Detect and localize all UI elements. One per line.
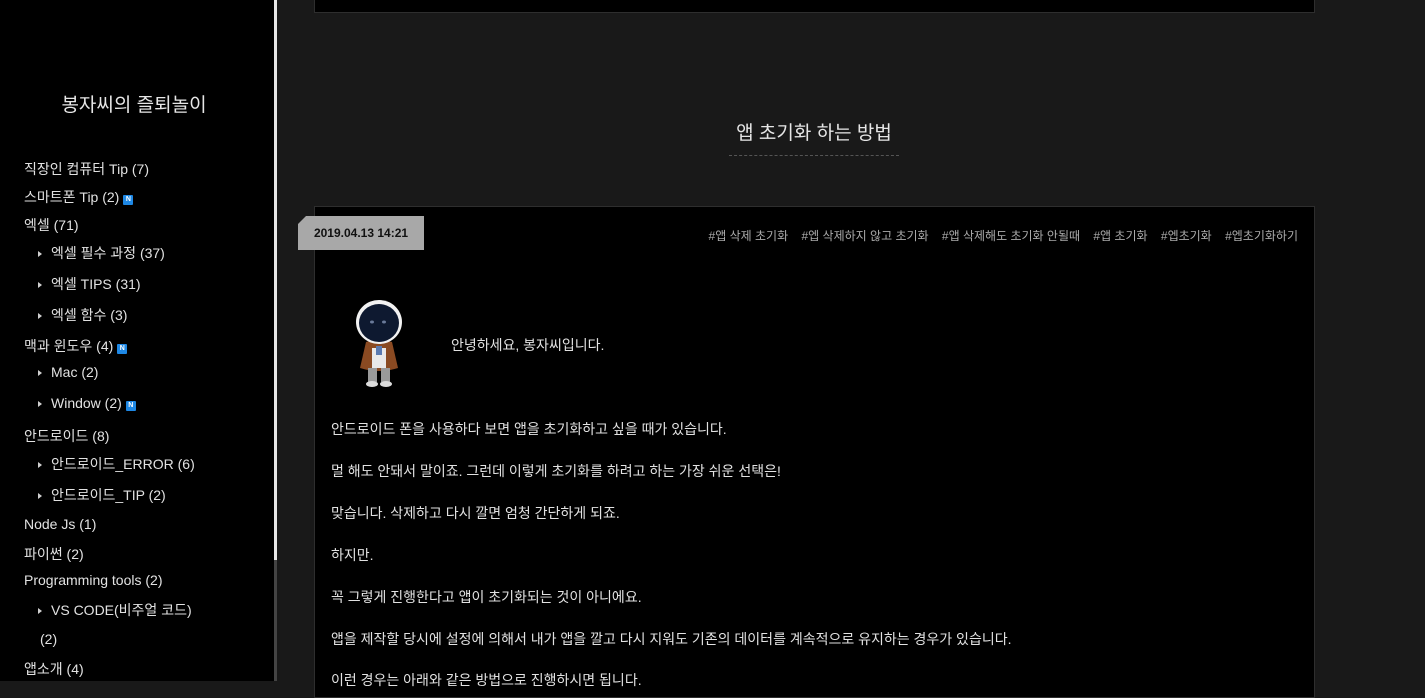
previous-post-box [314,0,1315,13]
date-tag-fold [298,216,306,224]
category-label: 엑셀 함수 (3) [51,307,128,323]
category-label: 안드로이드_ERROR (6) [51,456,195,472]
category-item[interactable]: 맥과 윈도우 (4) N [24,336,128,356]
new-badge: N [117,344,128,354]
post-paragraph: 꼭 그렇게 진행한다고 앱이 초기화되는 것이 아니에요. [331,589,642,605]
caret-right-icon [38,282,42,288]
caret-right-icon [38,493,42,499]
category-item[interactable]: 앱소개 (4) [24,659,84,679]
caret-right-icon [38,370,42,376]
category-label: 앱소개 (4) [24,661,84,677]
sidebar-scrollbar[interactable] [274,0,277,560]
subcategory-count[interactable]: (2) [40,631,57,647]
avatar-shoe-left [366,381,378,387]
subcategory-item[interactable]: VS CODE(비주얼 코드) [38,600,192,620]
tag-link[interactable]: #앱 초기화 [1093,229,1147,243]
category-item[interactable]: Node Js (1) [24,516,96,532]
category-item[interactable]: Programming tools (2) [24,572,163,588]
sidebar: 봉자씨의 즐퇴놀이 직장인 컴퓨터 Tip (7) 스마트폰 Tip (2) N … [0,0,274,681]
avatar-head [359,304,399,342]
category-label: 맥과 윈도우 (4) [24,338,114,354]
category-item[interactable]: 파이썬 (2) [24,544,84,564]
category-label: 엑셀 TIPS (31) [51,276,141,292]
tag-link[interactable]: #앱 삭제 초기화 [709,229,789,243]
post-content [314,206,1315,698]
caret-right-icon [38,462,42,468]
tag-list: #앱 삭제 초기화 #엡 삭제하지 않고 초기화 #앱 삭제해도 초기화 안될때… [699,227,1298,244]
category-label: Node Js (1) [24,516,97,532]
category-item[interactable]: 안드로이드 (8) [24,426,109,446]
category-label: 직장인 컴퓨터 Tip (7) [24,161,149,177]
avatar-leg-left [368,368,377,382]
subcategory-item[interactable]: 안드로이드_ERROR (6) [38,454,195,474]
caret-right-icon [38,313,42,319]
caret-right-icon [38,608,42,614]
tag-link[interactable]: #앱 삭제해도 초기화 안될때 [942,229,1080,243]
category-label: 엑셀 (71) [24,217,79,233]
category-label: Mac (2) [51,364,99,380]
subcategory-item[interactable]: 엑셀 필수 과정 (37) [38,243,165,263]
post-title[interactable]: 앱 초기화 하는 방법 [729,118,899,145]
author-avatar [356,300,402,387]
post-paragraph: 앱을 제작할 당시에 설정에 의해서 내가 앱을 깔고 다시 지워도 기존의 데… [331,631,1012,647]
blog-title[interactable]: 봉자씨의 즐퇴놀이 [0,90,268,117]
subcategory-item[interactable]: 엑셀 함수 (3) [38,305,127,325]
post-paragraph: 안드로이드 폰을 사용하다 보면 앱을 초기화하고 싶을 때가 있습니다. [331,421,727,437]
new-badge: N [123,195,134,205]
tag-link[interactable]: #엡초기화하기 [1225,229,1298,243]
tag-link[interactable]: #엡 삭제하지 않고 초기화 [801,229,928,243]
avatar-cup [376,346,382,355]
new-badge: N [125,401,136,411]
category-label: Programming tools (2) [24,572,163,588]
avatar-shoe-right [380,381,392,387]
category-item[interactable]: 엑셀 (71) [24,215,79,235]
tag-link[interactable]: #엡초기화 [1161,229,1212,243]
caret-right-icon [38,401,42,407]
subcategory-item[interactable]: 엑셀 TIPS (31) [38,274,141,294]
category-label: VS CODE(비주얼 코드) [51,602,192,618]
post-paragraph: 멀 해도 안돼서 말이죠. 그런데 이렇게 초기화를 하려고 하는 가장 쉬운 … [331,463,781,479]
category-item[interactable]: 스마트폰 Tip (2) N [24,187,134,207]
sidebar-scrollbar-track [274,560,277,681]
caret-right-icon [38,251,42,257]
post-paragraph: 맞습니다. 삭제하고 다시 깔면 엄청 간단하게 되죠. [331,505,620,521]
post-date: 2019.04.13 14:21 [298,216,424,250]
category-label: (2) [40,631,58,647]
avatar-eye-left [370,320,374,324]
post-paragraph: 이런 경우는 아래와 같은 방법으로 진행하시면 됩니다. [331,672,642,688]
category-label: 안드로이드_TIP (2) [51,487,166,503]
avatar-leg-right [381,368,390,382]
category-label: 엑셀 필수 과정 (37) [51,245,165,261]
title-divider [729,155,899,156]
post-paragraph: 하지만. [331,547,374,563]
post-greeting: 안녕하세요, 봉자씨입니다. [451,337,605,353]
category-item[interactable]: 직장인 컴퓨터 Tip (7) [24,159,149,179]
category-label: 스마트폰 Tip (2) [24,189,120,205]
subcategory-item[interactable]: Mac (2) [38,364,98,380]
category-label: 파이썬 (2) [24,546,84,562]
category-label: 안드로이드 (8) [24,428,110,444]
avatar-eye-right [382,320,386,324]
subcategory-item[interactable]: Window (2) N [38,395,136,411]
subcategory-item[interactable]: 안드로이드_TIP (2) [38,485,166,505]
category-label: Window (2) [51,395,122,411]
